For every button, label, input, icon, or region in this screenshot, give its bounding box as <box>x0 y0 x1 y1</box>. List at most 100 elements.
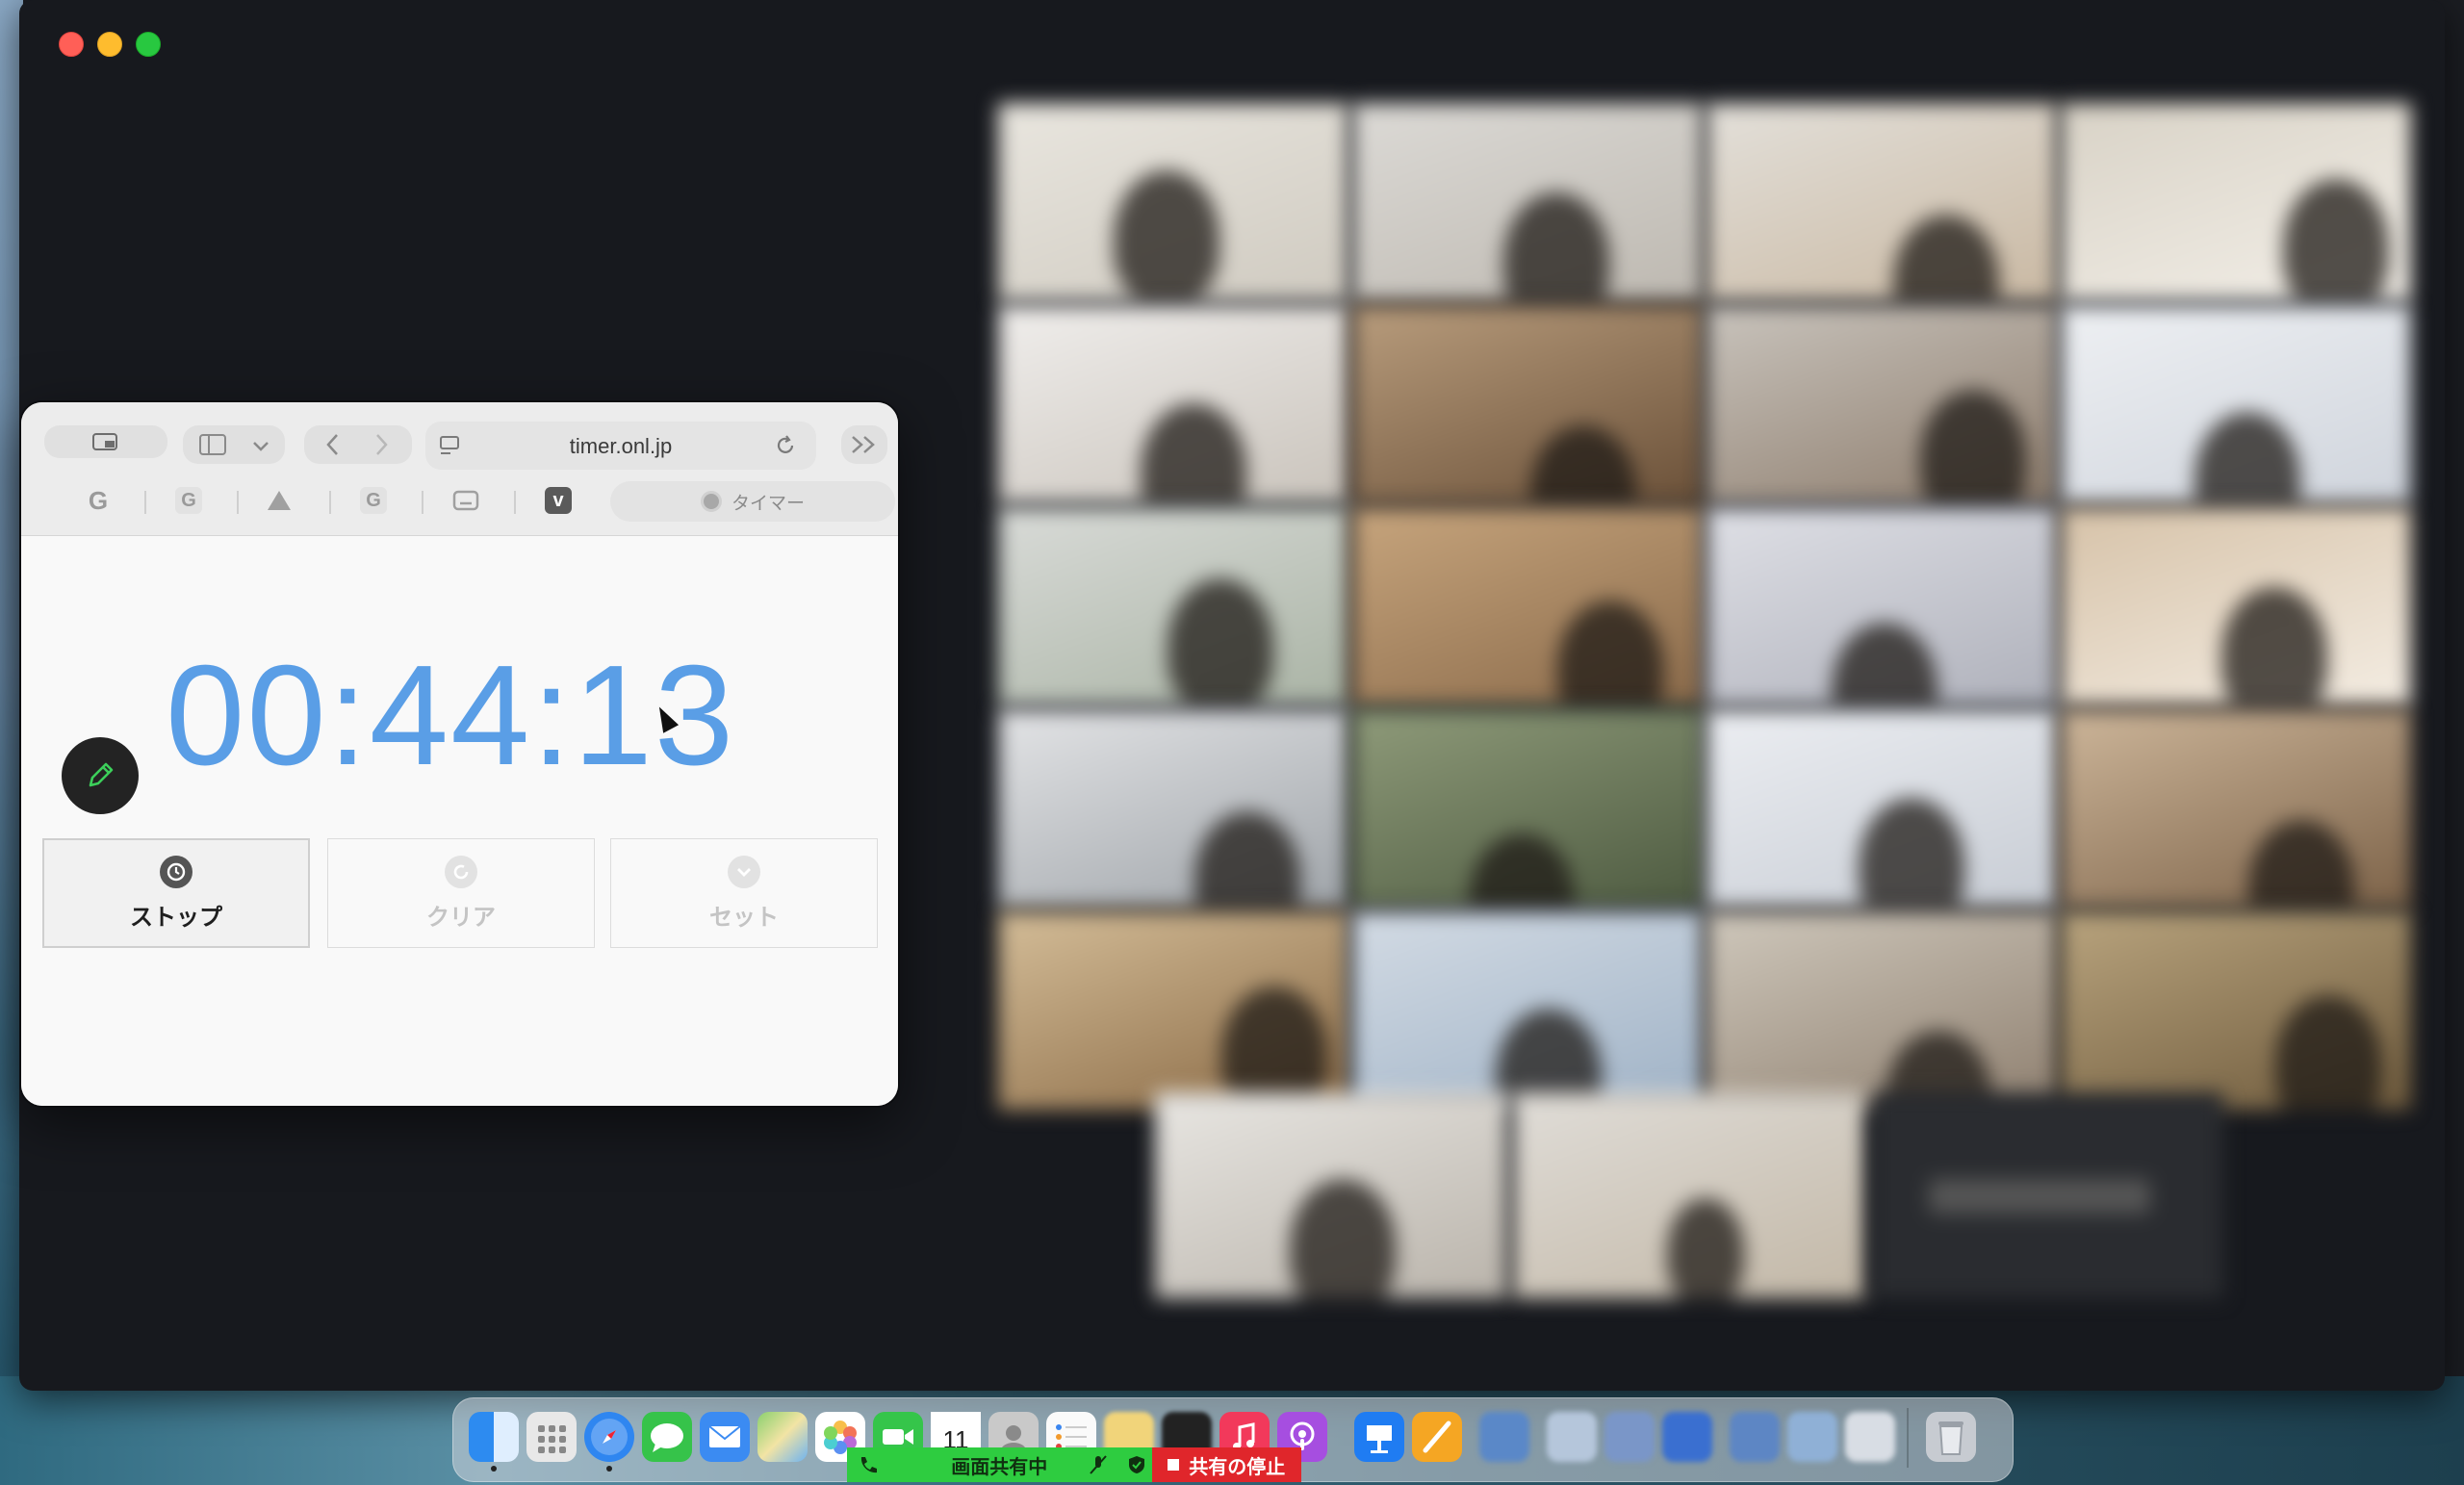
forward-icon[interactable] <box>373 433 389 456</box>
participant-silhouette <box>1667 1198 1744 1298</box>
participant-video-tile[interactable] <box>1707 305 2057 503</box>
participant-video-row <box>1155 1092 2233 1302</box>
participant-video-tile[interactable] <box>998 305 1348 503</box>
stop-button[interactable]: ストップ <box>42 838 310 948</box>
participant-video-tile[interactable] <box>1513 1092 1865 1298</box>
participant-silhouette <box>1221 986 1327 1110</box>
participant-silhouette <box>1530 425 1636 503</box>
finder-icon[interactable] <box>469 1412 519 1462</box>
timer-page: 00:44:13 ストップ クリア セット <box>21 536 898 1106</box>
participant-silhouette <box>2283 179 2389 301</box>
participant-silhouette <box>1290 1179 1396 1298</box>
participant-silhouette <box>1194 811 1300 908</box>
site-favicon-icon <box>700 491 722 512</box>
tab-title: タイマー <box>731 493 805 514</box>
favorites-divider <box>329 491 331 514</box>
history-nav-group <box>304 425 412 464</box>
participant-silhouette <box>1893 215 1999 301</box>
phone-icon <box>860 1457 877 1473</box>
back-icon[interactable] <box>325 433 341 456</box>
edit-button[interactable] <box>62 737 139 814</box>
participant-name-plate <box>1929 1179 2150 1214</box>
participant-video-tile[interactable] <box>1352 709 1703 908</box>
running-indicator <box>606 1466 612 1472</box>
participant-video-tile[interactable] <box>998 103 1348 301</box>
participant-silhouette <box>1168 578 1273 705</box>
app-icon[interactable] <box>1730 1412 1780 1462</box>
pages-icon[interactable] <box>1412 1412 1462 1462</box>
participant-video-tile[interactable] <box>2061 103 2411 301</box>
favorite-box-icon[interactable] <box>452 487 479 514</box>
participant-video-tile[interactable] <box>1707 507 2057 705</box>
sidebar-toggle-button[interactable] <box>183 425 285 464</box>
participant-silhouette <box>1859 798 1964 908</box>
address-url[interactable]: timer.onl.jp <box>429 423 812 470</box>
browser-window: timer.onl.jp G G G v タイマー 00:44:13 ストップ … <box>21 402 898 1106</box>
participant-silhouette <box>2221 587 2327 705</box>
participant-video-tile[interactable] <box>2061 507 2411 705</box>
participant-video-tile[interactable] <box>1352 305 1703 503</box>
favorite-google-icon[interactable]: G <box>175 487 202 514</box>
stop-label: ストップ <box>130 904 222 931</box>
safari-icon[interactable] <box>584 1412 634 1462</box>
favorite-google-icon[interactable]: G <box>360 487 387 514</box>
participant-video-tile[interactable] <box>998 709 1348 908</box>
clear-button[interactable]: クリア <box>327 838 595 948</box>
participant-video-tile[interactable] <box>2061 709 2411 908</box>
favorites-divider <box>144 491 146 514</box>
fullscreen-window-button[interactable] <box>136 32 161 57</box>
participant-video-tile[interactable] <box>1871 1092 2223 1298</box>
app-icon[interactable] <box>1845 1412 1895 1462</box>
app-icon[interactable] <box>1604 1412 1655 1462</box>
app-icon[interactable] <box>1662 1412 1712 1462</box>
app-icon[interactable] <box>1547 1412 1597 1462</box>
participant-video-tile[interactable] <box>2061 305 2411 503</box>
maps-icon[interactable] <box>757 1412 808 1462</box>
participant-silhouette <box>2275 995 2381 1110</box>
favorite-v-icon[interactable]: v <box>545 487 572 514</box>
trash-icon[interactable] <box>1926 1412 1976 1462</box>
set-button[interactable]: セット <box>610 838 878 948</box>
app-icon[interactable] <box>1787 1412 1837 1462</box>
chevron-double-right-icon <box>852 436 875 453</box>
chevron-down-circle-icon <box>728 855 760 888</box>
favorite-google-icon[interactable]: G <box>85 486 112 515</box>
tab-timer[interactable]: タイマー <box>610 481 895 522</box>
keynote-icon[interactable] <box>1354 1412 1404 1462</box>
tab-overview-button[interactable] <box>44 425 167 458</box>
participant-video-grid <box>998 103 2415 1110</box>
participant-silhouette <box>1920 390 2026 503</box>
favorites-bar: G G G v タイマー <box>33 481 895 524</box>
participant-video-tile[interactable] <box>2061 911 2411 1110</box>
participant-video-tile[interactable] <box>1352 103 1703 301</box>
minimize-window-button[interactable] <box>97 32 122 57</box>
shield-check-icon[interactable] <box>1126 1454 1147 1475</box>
sharing-indicator[interactable]: 画面共有中 <box>847 1447 1152 1482</box>
more-tabs-button[interactable] <box>841 425 887 464</box>
participant-silhouette <box>1114 170 1219 301</box>
participant-video-tile[interactable] <box>1707 709 2057 908</box>
mic-muted-icon[interactable] <box>1088 1454 1109 1475</box>
mail-icon[interactable] <box>700 1412 750 1462</box>
close-window-button[interactable] <box>59 32 84 57</box>
participant-video-tile[interactable] <box>1352 911 1703 1110</box>
messages-icon[interactable] <box>642 1412 692 1462</box>
pencil-icon <box>89 762 114 787</box>
clear-label: クリア <box>426 904 496 931</box>
participant-video-tile[interactable] <box>998 911 1348 1110</box>
favorite-drive-icon[interactable] <box>266 487 293 514</box>
stop-share-button[interactable]: 共有の停止 <box>1151 1447 1301 1482</box>
participant-silhouette <box>1557 601 1663 705</box>
participant-video-tile[interactable] <box>998 507 1348 705</box>
participant-silhouette <box>2194 412 2300 503</box>
participant-video-tile[interactable] <box>1707 911 2057 1110</box>
launchpad-icon[interactable] <box>526 1412 577 1462</box>
reset-icon <box>445 855 477 888</box>
participant-video-tile[interactable] <box>1155 1092 1507 1298</box>
stop-share-label: 共有の停止 <box>1189 1456 1286 1478</box>
app-icon[interactable] <box>1479 1412 1529 1462</box>
participant-silhouette <box>2248 820 2354 908</box>
participant-silhouette <box>1141 403 1246 503</box>
participant-video-tile[interactable] <box>1352 507 1703 705</box>
participant-video-tile[interactable] <box>1707 103 2057 301</box>
